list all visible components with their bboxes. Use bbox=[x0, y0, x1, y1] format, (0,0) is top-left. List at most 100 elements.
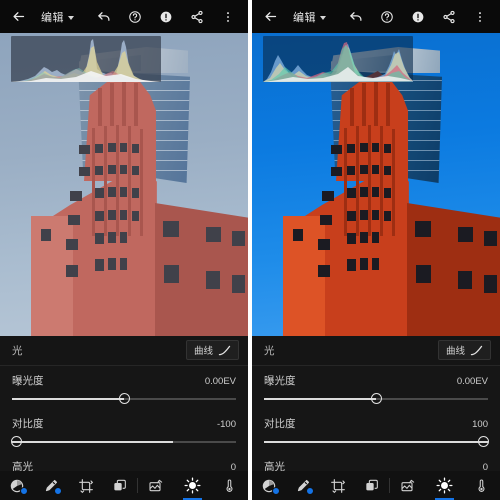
building-window bbox=[416, 265, 431, 283]
slider-label-row: 曝光度 0.00EV bbox=[264, 373, 488, 388]
slider-exposure[interactable]: 曝光度 0.00EV bbox=[252, 366, 500, 409]
help-circle-icon[interactable] bbox=[376, 6, 398, 28]
curve-button[interactable]: 曲线 bbox=[185, 340, 239, 360]
back-arrow-icon[interactable] bbox=[259, 6, 281, 28]
slider-knob[interactable] bbox=[370, 393, 382, 404]
building-window bbox=[318, 239, 330, 250]
edit-title-label: 编辑 bbox=[41, 11, 64, 24]
light-sun-icon[interactable] bbox=[431, 472, 458, 500]
back-arrow-icon[interactable] bbox=[7, 6, 29, 28]
section-header-light: 光 曲线 bbox=[0, 336, 248, 366]
chevron-down-icon bbox=[68, 15, 74, 20]
info-circle-icon[interactable] bbox=[407, 6, 429, 28]
section-title: 光 bbox=[12, 345, 23, 357]
undo-icon[interactable] bbox=[93, 6, 115, 28]
building-window bbox=[347, 188, 356, 198]
building-window bbox=[347, 166, 355, 175]
building-window bbox=[232, 275, 245, 293]
selective-brush-icon[interactable] bbox=[290, 472, 317, 499]
slider-track[interactable] bbox=[11, 434, 236, 450]
presets-icon[interactable] bbox=[395, 472, 422, 499]
building-fin bbox=[110, 83, 114, 126]
building-window bbox=[108, 232, 116, 243]
histogram[interactable] bbox=[263, 36, 413, 82]
building-window bbox=[120, 258, 127, 270]
building-window bbox=[79, 145, 90, 154]
histogram-chart bbox=[11, 39, 161, 82]
overflow-menu-icon[interactable] bbox=[469, 6, 491, 28]
help-circle-icon[interactable] bbox=[124, 6, 146, 28]
bottom-toolbar bbox=[0, 471, 248, 500]
crop-icon[interactable] bbox=[72, 472, 99, 499]
info-circle-icon[interactable] bbox=[155, 6, 177, 28]
chevron-down-icon bbox=[320, 15, 326, 20]
slider-track[interactable] bbox=[264, 391, 488, 407]
panel-after: 编辑 光 曲线 曝光度 0.00EV 对比度 100 高光 0 bbox=[252, 0, 500, 500]
photo-preview-before[interactable] bbox=[0, 33, 248, 336]
building-window bbox=[360, 258, 368, 270]
building-window bbox=[108, 210, 116, 220]
building-window bbox=[41, 229, 51, 241]
slider-value: 0.00EV bbox=[204, 376, 236, 387]
photo-preview-after[interactable] bbox=[252, 33, 500, 336]
share-icon[interactable] bbox=[186, 6, 208, 28]
light-sun-icon[interactable] bbox=[179, 472, 206, 500]
slider-name: 曝光度 bbox=[12, 375, 44, 387]
histogram-chart bbox=[263, 42, 413, 82]
presets-icon[interactable] bbox=[143, 472, 170, 499]
building-window bbox=[458, 227, 473, 242]
building-fin bbox=[134, 83, 138, 126]
selective-brush-icon[interactable] bbox=[38, 472, 65, 499]
building-window bbox=[95, 166, 103, 175]
section-title: 光 bbox=[264, 345, 275, 357]
building-window bbox=[95, 144, 103, 153]
building-window bbox=[347, 144, 355, 153]
section-header-light: 光 曲线 bbox=[252, 336, 500, 366]
building-window bbox=[360, 143, 368, 152]
tool-badge-dot bbox=[53, 487, 62, 495]
layers-icon[interactable] bbox=[106, 472, 133, 499]
slider-contrast[interactable]: 对比度 -100 bbox=[0, 409, 248, 452]
color-thermometer-icon[interactable] bbox=[468, 472, 495, 499]
healing-brush-icon[interactable] bbox=[256, 472, 283, 499]
color-thermometer-icon[interactable] bbox=[216, 472, 243, 499]
share-icon[interactable] bbox=[438, 6, 460, 28]
building-fin bbox=[350, 88, 354, 126]
building-window bbox=[484, 275, 497, 293]
building-window bbox=[79, 167, 90, 176]
healing-brush-icon[interactable] bbox=[4, 472, 31, 499]
building-window bbox=[372, 232, 379, 243]
slider-knob[interactable] bbox=[478, 436, 489, 447]
building-fin bbox=[368, 125, 371, 236]
slider-contrast[interactable]: 对比度 100 bbox=[252, 409, 500, 452]
building-window bbox=[66, 239, 78, 250]
building-window bbox=[458, 271, 472, 289]
building-window bbox=[108, 187, 116, 197]
overflow-menu-icon[interactable] bbox=[217, 6, 239, 28]
slider-name: 对比度 bbox=[264, 418, 296, 430]
layers-icon[interactable] bbox=[358, 472, 385, 499]
bottom-toolbar-group-tools bbox=[0, 472, 137, 499]
slider-track[interactable] bbox=[12, 391, 236, 407]
slider-track[interactable] bbox=[264, 434, 489, 450]
building-window bbox=[372, 143, 379, 152]
tool-badge-dot bbox=[305, 487, 314, 495]
building-window bbox=[132, 166, 139, 175]
curve-icon bbox=[470, 345, 483, 355]
slider-knob[interactable] bbox=[11, 436, 22, 447]
undo-icon[interactable] bbox=[345, 6, 367, 28]
histogram[interactable] bbox=[11, 36, 161, 82]
edit-title[interactable]: 编辑 bbox=[41, 9, 74, 25]
bottom-toolbar-group-tools bbox=[252, 472, 389, 499]
building-window bbox=[360, 232, 368, 243]
building-window bbox=[347, 233, 356, 244]
slider-label-row: 对比度 100 bbox=[264, 416, 488, 431]
curve-button[interactable]: 曲线 bbox=[437, 340, 491, 360]
slider-value: -100 bbox=[216, 419, 236, 430]
slider-knob[interactable] bbox=[118, 393, 130, 404]
edit-title[interactable]: 编辑 bbox=[293, 9, 326, 25]
crop-icon[interactable] bbox=[324, 472, 351, 499]
building-window bbox=[484, 231, 497, 246]
building-window bbox=[322, 191, 334, 201]
slider-exposure[interactable]: 曝光度 0.00EV bbox=[0, 366, 248, 409]
